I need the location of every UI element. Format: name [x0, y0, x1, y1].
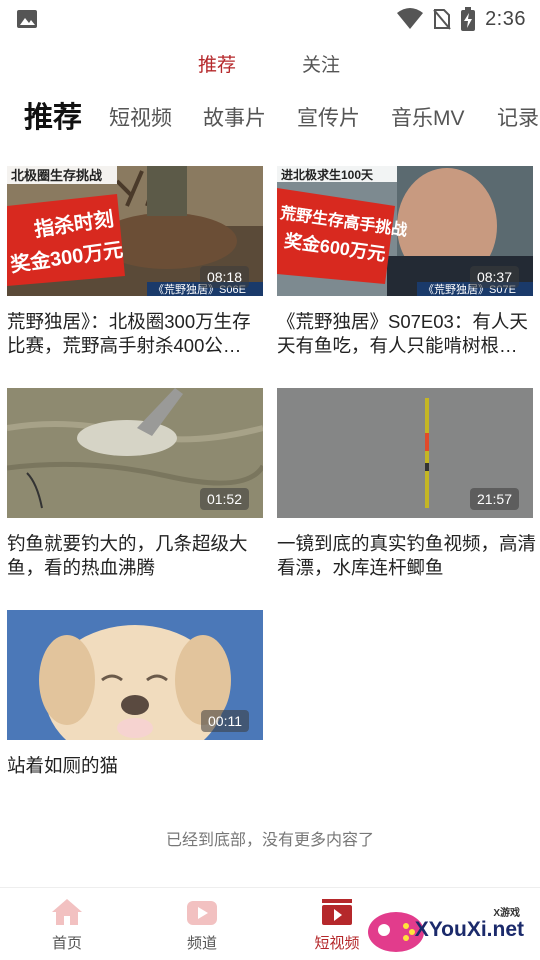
video-card[interactable]: 01:52 钓鱼就要钓大的，几条超级大鱼，看的热血沸腾: [7, 388, 263, 580]
video-thumbnail[interactable]: 21:57: [277, 388, 533, 518]
category-promo[interactable]: 宣传片: [297, 102, 360, 132]
svg-text:进北极求生100天: 进北极求生100天: [281, 167, 374, 182]
tab-following[interactable]: 关注: [302, 50, 340, 77]
category-short-video[interactable]: 短视频: [109, 102, 172, 132]
video-title[interactable]: 《荒野独居》S07E03：有人天天有鱼吃，有人只能啃树根…: [277, 310, 539, 358]
video-thumbnail[interactable]: 进北极求生100天 荒野生存高手挑战 奖金600万元 《荒野独居》S07E 08…: [277, 166, 533, 296]
duration-badge: 21:57: [469, 488, 519, 510]
video-thumbnail[interactable]: 01:52: [7, 388, 263, 518]
duration-badge: 08:18: [199, 266, 249, 288]
video-title[interactable]: 站着如厕的猫: [7, 754, 269, 778]
channel-icon: [187, 901, 217, 925]
battery-charging-icon: [461, 7, 476, 31]
video-card[interactable]: 00:11 站着如厕的猫: [7, 610, 263, 778]
watermark-logo: X游戏 XYouXi.net: [366, 900, 534, 956]
category-recommend[interactable]: 推荐: [24, 94, 82, 136]
video-card[interactable]: 进北极求生100天 荒野生存高手挑战 奖金600万元 《荒野独居》S07E 08…: [277, 166, 533, 358]
nav-home[interactable]: 首页: [27, 898, 107, 953]
video-thumbnail[interactable]: 00:11: [7, 610, 263, 740]
no-sim-icon: [433, 9, 451, 30]
nav-short-video[interactable]: 短视频: [297, 898, 377, 953]
short-video-icon: [322, 899, 352, 925]
home-icon: [52, 899, 82, 925]
category-bar: 推荐 短视频 故事片 宣传片 音乐MV 记录: [0, 94, 540, 138]
video-card[interactable]: 21:57 一镜到底的真实钓鱼视频，高清看漂，水库连杆鲫鱼: [277, 388, 536, 580]
clock: 2:36: [485, 7, 526, 30]
duration-badge: 01:52: [199, 488, 249, 510]
category-music-mv[interactable]: 音乐MV: [391, 102, 465, 132]
video-card[interactable]: 北极圈生存挑战 指杀时刻 奖金300万元 《荒野独居》S06E 08:18 荒野…: [7, 166, 263, 358]
video-title[interactable]: 一镜到底的真实钓鱼视频，高清看漂，水库连杆鲫鱼: [277, 532, 539, 580]
nav-channel[interactable]: 频道: [162, 898, 242, 953]
video-title[interactable]: 荒野独居》：北极圈300万生存比赛，荒野高手射杀400公…: [7, 310, 269, 358]
video-thumbnail[interactable]: 北极圈生存挑战 指杀时刻 奖金300万元 《荒野独居》S06E 08:18: [7, 166, 263, 296]
video-title[interactable]: 钓鱼就要钓大的，几条超级大鱼，看的热血沸腾: [7, 532, 269, 580]
wifi-icon: [397, 8, 424, 29]
status-bar: 2:36: [0, 0, 540, 38]
category-documentary[interactable]: 记录: [497, 102, 539, 132]
top-tabs: 推荐 关注: [0, 50, 540, 80]
end-of-list-note: 已经到底部，没有更多内容了: [165, 832, 374, 849]
svg-text:北极圈生存挑战: 北极圈生存挑战: [11, 168, 102, 183]
image-notification-icon: [17, 10, 37, 28]
duration-badge: 00:11: [201, 710, 249, 732]
duration-badge: 08:37: [469, 266, 519, 288]
category-story[interactable]: 故事片: [203, 102, 266, 132]
tab-recommend[interactable]: 推荐: [198, 50, 236, 77]
